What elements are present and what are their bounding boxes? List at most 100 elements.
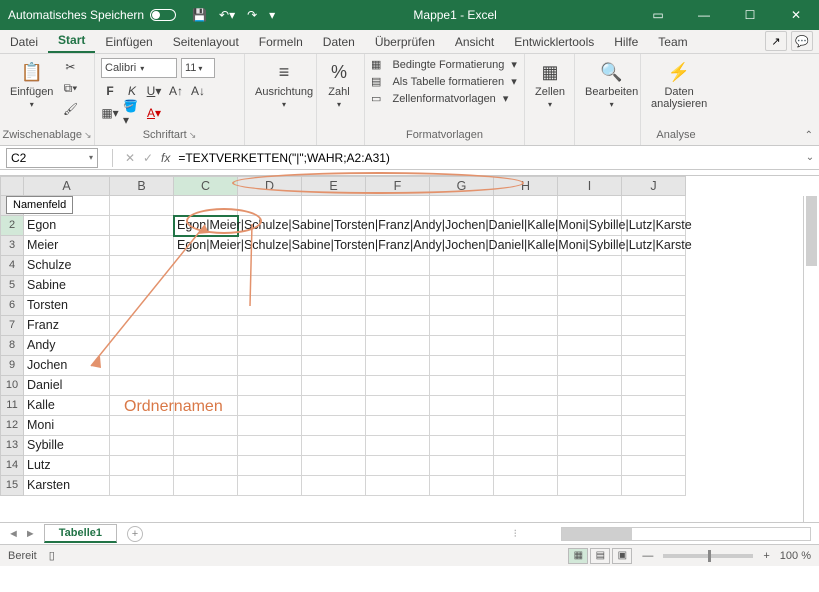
vertical-scrollbar[interactable] <box>803 196 819 522</box>
cell-G4[interactable] <box>430 256 494 276</box>
row-header-9[interactable]: 9 <box>0 356 24 376</box>
font-name-combo[interactable]: Calibri▾ <box>101 58 177 78</box>
cell-D7[interactable] <box>238 316 302 336</box>
cell-F8[interactable] <box>366 336 430 356</box>
cell-F9[interactable] <box>366 356 430 376</box>
italic-icon[interactable]: K <box>123 82 141 100</box>
cell-C13[interactable] <box>174 436 238 456</box>
cell-E1[interactable] <box>302 196 366 216</box>
cell-D9[interactable] <box>238 356 302 376</box>
cell-E15[interactable] <box>302 476 366 496</box>
format-painter-icon[interactable]: 🖌 <box>61 100 79 118</box>
cell-B11[interactable] <box>110 396 174 416</box>
cells-button[interactable]: ▦ Zellen▾ <box>531 58 569 111</box>
col-header-J[interactable]: J <box>622 176 686 196</box>
cell-D10[interactable] <box>238 376 302 396</box>
save-icon[interactable]: 💾 <box>192 8 207 22</box>
cell-J5[interactable] <box>622 276 686 296</box>
cell-H6[interactable] <box>494 296 558 316</box>
cell-A4[interactable]: Schulze <box>24 256 110 276</box>
cell-D1[interactable] <box>238 196 302 216</box>
tab-formulas[interactable]: Formeln <box>249 31 313 53</box>
col-header-C[interactable]: C <box>174 176 238 196</box>
zoom-slider[interactable] <box>663 554 753 558</box>
cell-E4[interactable] <box>302 256 366 276</box>
sheet-nav-prev-icon[interactable]: ◄ <box>8 528 19 540</box>
cell-J15[interactable] <box>622 476 686 496</box>
analyze-data-button[interactable]: ⚡ Daten analysieren <box>647 58 711 112</box>
zoom-in-icon[interactable]: + <box>763 550 769 562</box>
cell-F7[interactable] <box>366 316 430 336</box>
cell-F4[interactable] <box>366 256 430 276</box>
undo-icon[interactable]: ↶▾ <box>219 8 235 22</box>
cell-B2[interactable] <box>110 216 174 236</box>
cell-B13[interactable] <box>110 436 174 456</box>
cell-E6[interactable] <box>302 296 366 316</box>
tab-view[interactable]: Ansicht <box>445 31 504 53</box>
cell-E7[interactable] <box>302 316 366 336</box>
launcher-icon[interactable]: ↘ <box>84 130 92 141</box>
cell-J8[interactable] <box>622 336 686 356</box>
tab-data[interactable]: Daten <box>313 31 365 53</box>
cell-A15[interactable]: Karsten <box>24 476 110 496</box>
cell-A8[interactable]: Andy <box>24 336 110 356</box>
cell-G13[interactable] <box>430 436 494 456</box>
conditional-formatting-button[interactable]: ▦ Bedingte Formatierung ▾ <box>371 58 517 71</box>
sheet-nav-next-icon[interactable]: ► <box>25 528 36 540</box>
cell-H8[interactable] <box>494 336 558 356</box>
cell-C15[interactable] <box>174 476 238 496</box>
font-color-icon[interactable]: A▾ <box>145 104 163 122</box>
cell-J4[interactable] <box>622 256 686 276</box>
cell-A9[interactable]: Jochen <box>24 356 110 376</box>
cell-J7[interactable] <box>622 316 686 336</box>
increase-font-icon[interactable]: A↑ <box>167 82 185 100</box>
new-sheet-button[interactable]: + <box>127 526 143 542</box>
cell-A5[interactable]: Sabine <box>24 276 110 296</box>
formula-accept-icon[interactable]: ✓ <box>139 149 157 167</box>
cell-H4[interactable] <box>494 256 558 276</box>
col-header-D[interactable]: D <box>238 176 302 196</box>
redo-icon[interactable]: ↷ <box>247 8 257 22</box>
cell-A6[interactable]: Torsten <box>24 296 110 316</box>
cell-E11[interactable] <box>302 396 366 416</box>
horizontal-scrollbar[interactable] <box>561 527 811 541</box>
cell-E14[interactable] <box>302 456 366 476</box>
row-header-14[interactable]: 14 <box>0 456 24 476</box>
tab-team[interactable]: Team <box>648 31 697 53</box>
cell-A7[interactable]: Franz <box>24 316 110 336</box>
cell-B7[interactable] <box>110 316 174 336</box>
close-icon[interactable]: ✕ <box>773 0 819 30</box>
paste-button[interactable]: 📋 Einfügen ▾ <box>6 58 57 111</box>
cell-C9[interactable] <box>174 356 238 376</box>
cell-D12[interactable] <box>238 416 302 436</box>
share-button[interactable]: ↗ <box>765 31 787 51</box>
col-header-F[interactable]: F <box>366 176 430 196</box>
cell-C12[interactable] <box>174 416 238 436</box>
row-header-8[interactable]: 8 <box>0 336 24 356</box>
zoom-out-icon[interactable]: — <box>642 550 653 562</box>
expand-formula-bar-icon[interactable]: ⌄ <box>801 152 819 163</box>
cell-J13[interactable] <box>622 436 686 456</box>
cell-C4[interactable] <box>174 256 238 276</box>
tab-home[interactable]: Start <box>48 29 95 53</box>
cell-A2[interactable]: Egon <box>24 216 110 236</box>
cell-I11[interactable] <box>558 396 622 416</box>
cell-E9[interactable] <box>302 356 366 376</box>
cell-E13[interactable] <box>302 436 366 456</box>
cell-H1[interactable] <box>494 196 558 216</box>
view-pagebreak-icon[interactable]: ▣ <box>612 548 632 564</box>
cell-B12[interactable] <box>110 416 174 436</box>
tab-review[interactable]: Überprüfen <box>365 31 445 53</box>
cell-I12[interactable] <box>558 416 622 436</box>
cell-F11[interactable] <box>366 396 430 416</box>
cell-B15[interactable] <box>110 476 174 496</box>
cell-styles-button[interactable]: ▭ Zellenformatvorlagen ▾ <box>371 92 517 105</box>
tab-file[interactable]: Datei <box>0 31 48 53</box>
borders-icon[interactable]: ▦▾ <box>101 104 119 122</box>
cell-C6[interactable] <box>174 296 238 316</box>
cell-C5[interactable] <box>174 276 238 296</box>
autosave-toggle[interactable]: Automatisches Speichern <box>8 8 176 22</box>
cell-D6[interactable] <box>238 296 302 316</box>
cell-F12[interactable] <box>366 416 430 436</box>
zoom-level[interactable]: 100 % <box>780 550 811 562</box>
